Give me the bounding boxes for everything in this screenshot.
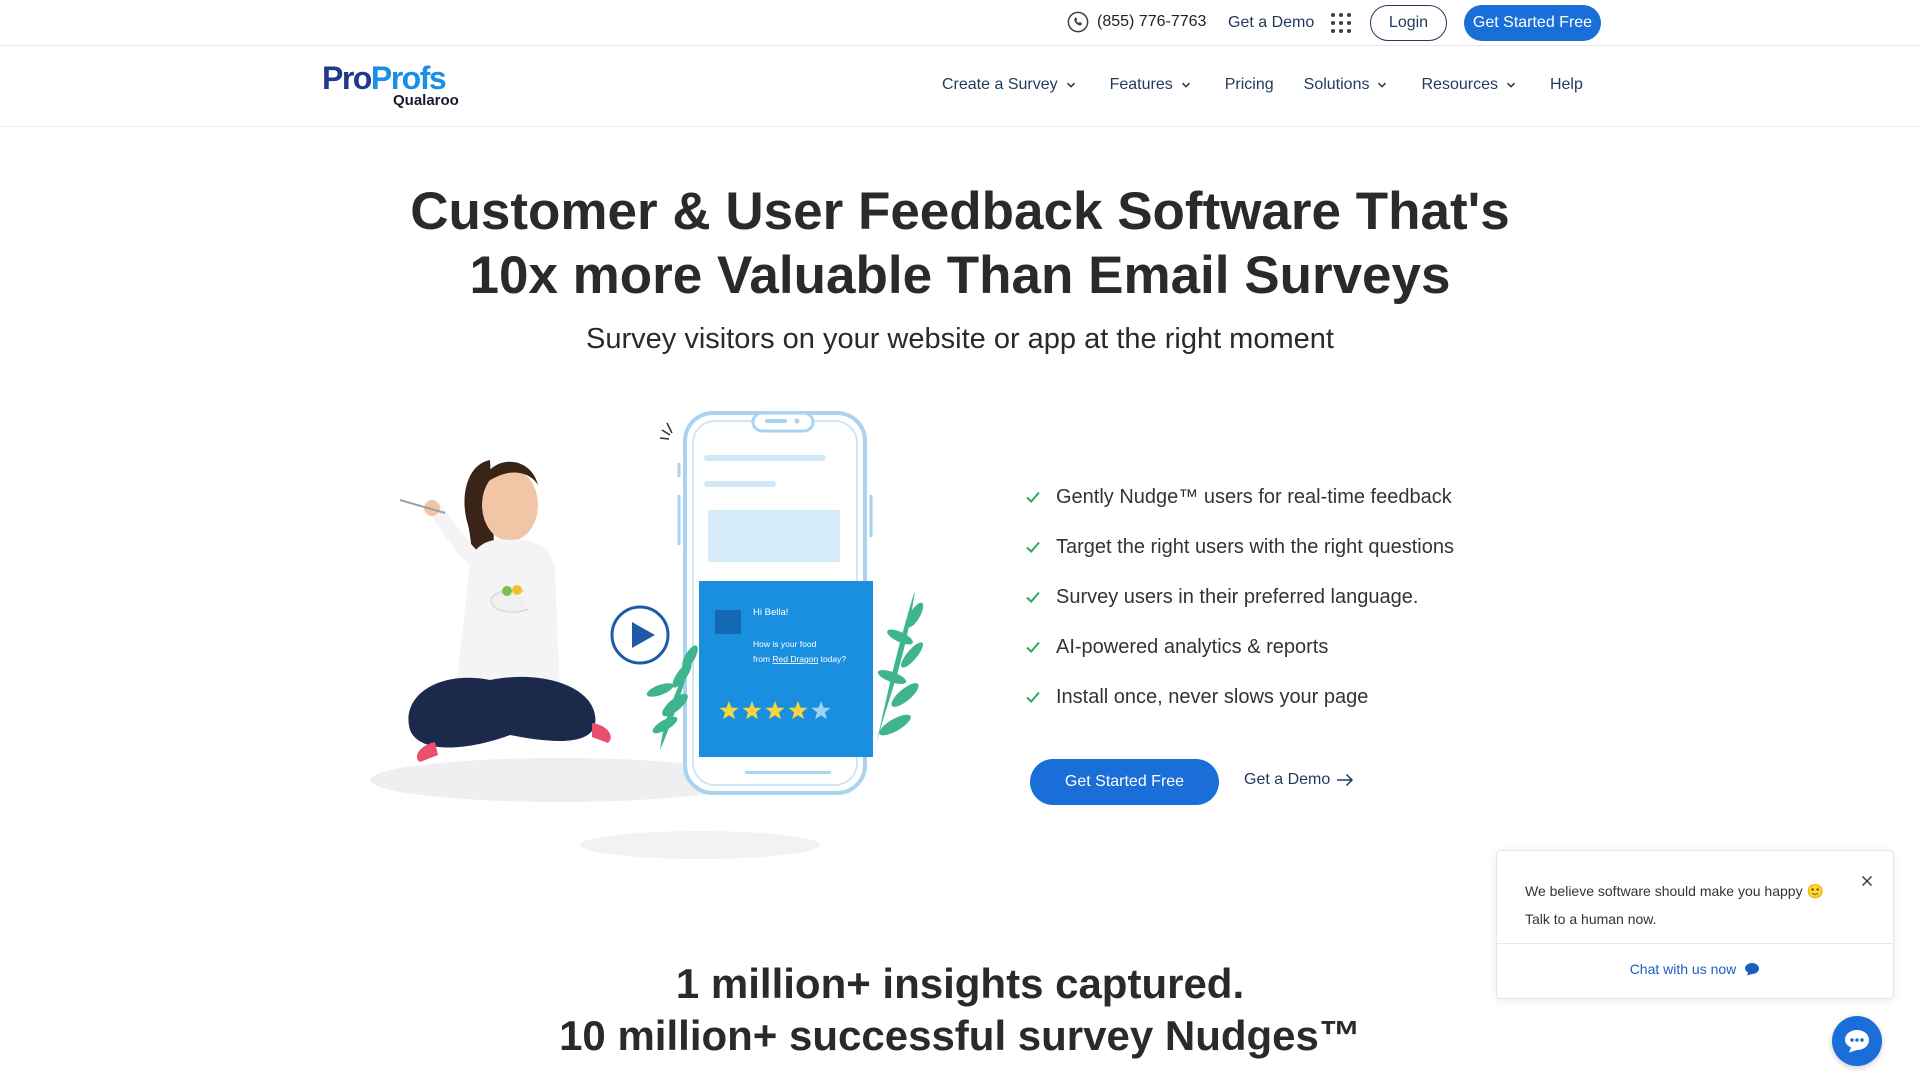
survey-greeting: Hi Bella! (753, 607, 788, 618)
feature-list: Gently Nudge™ users for real-time feedba… (1024, 472, 1454, 722)
chevron-down-icon (1378, 82, 1387, 88)
nav-links: Create a Survey Features Pricing Solutio… (942, 76, 1613, 94)
survey-question-line1: How is your food (753, 639, 817, 649)
chevron-down-icon (1506, 82, 1515, 88)
hero-title: Customer & User Feedback Software That's… (410, 182, 1510, 305)
nav-item-features[interactable]: Features (1110, 76, 1191, 94)
survey-card: Hi Bella! How is your food from Red Drag… (699, 581, 873, 757)
check-icon (1026, 541, 1040, 553)
nav-item-resources[interactable]: Resources (1421, 76, 1515, 94)
leaf-decoration (875, 590, 924, 750)
chat-bubble-icon (1745, 963, 1760, 976)
nav-item-create-survey[interactable]: Create a Survey (942, 76, 1076, 94)
chat-now-link[interactable]: Chat with us now (1497, 961, 1893, 977)
nav-item-pricing[interactable]: Pricing (1225, 76, 1274, 94)
chevron-down-icon (1066, 82, 1075, 88)
arrow-right-icon (1337, 773, 1354, 787)
check-icon (1026, 641, 1040, 653)
get-demo-link[interactable]: Get a Demo (1228, 14, 1314, 32)
feature-item: Install once, never slows your page (1024, 672, 1454, 722)
main-navbar: ProProfs Qualaroo Create a Survey Featur… (0, 46, 1920, 127)
feature-item: Gently Nudge™ users for real-time feedba… (1024, 472, 1454, 522)
hero-subtitle: Survey visitors on your website or app a… (586, 323, 1334, 355)
feature-item: Survey users in their preferred language… (1024, 572, 1454, 622)
check-icon (1026, 691, 1040, 703)
play-video-icon (610, 605, 670, 665)
floor-shadow (580, 831, 820, 859)
divider (1497, 943, 1893, 944)
phone-icon (1067, 11, 1089, 33)
woman-eating-illustration (399, 460, 611, 762)
survey-question-line2: from Red Dragon today? (753, 654, 846, 664)
chat-icon (1845, 1030, 1869, 1053)
chat-launcher-button[interactable] (1832, 1016, 1882, 1066)
top-utility-bar: (855) 776-7763 Get a Demo Login Get Star… (0, 0, 1920, 46)
chat-message: We believe software should make you happ… (1525, 883, 1824, 927)
check-icon (1026, 591, 1040, 603)
feature-item: AI-powered analytics & reports (1024, 622, 1454, 672)
login-button[interactable]: Login (1370, 5, 1447, 41)
hero-get-demo-link[interactable]: Get a Demo (1244, 771, 1354, 789)
proprofs-qualaroo-logo[interactable]: ProProfs Qualaroo (322, 62, 462, 112)
hero-illustration: Hi Bella! How is your food from Red Drag… (370, 411, 924, 859)
feature-item: Target the right users with the right qu… (1024, 522, 1454, 572)
chevron-down-icon (1181, 82, 1190, 88)
close-icon[interactable] (1861, 875, 1873, 887)
phone-link[interactable]: (855) 776-7763 (1067, 11, 1206, 33)
nav-item-solutions[interactable]: Solutions (1304, 76, 1388, 94)
check-icon (1026, 491, 1040, 503)
phone-number[interactable]: (855) 776-7763 (1097, 13, 1206, 31)
apps-grid-icon[interactable] (1331, 13, 1351, 33)
chat-popup: We believe software should make you happ… (1496, 850, 1894, 999)
nav-item-help[interactable]: Help (1550, 76, 1583, 94)
get-started-button[interactable]: Get Started Free (1464, 5, 1601, 41)
hero-get-started-button[interactable]: Get Started Free (1030, 759, 1219, 805)
